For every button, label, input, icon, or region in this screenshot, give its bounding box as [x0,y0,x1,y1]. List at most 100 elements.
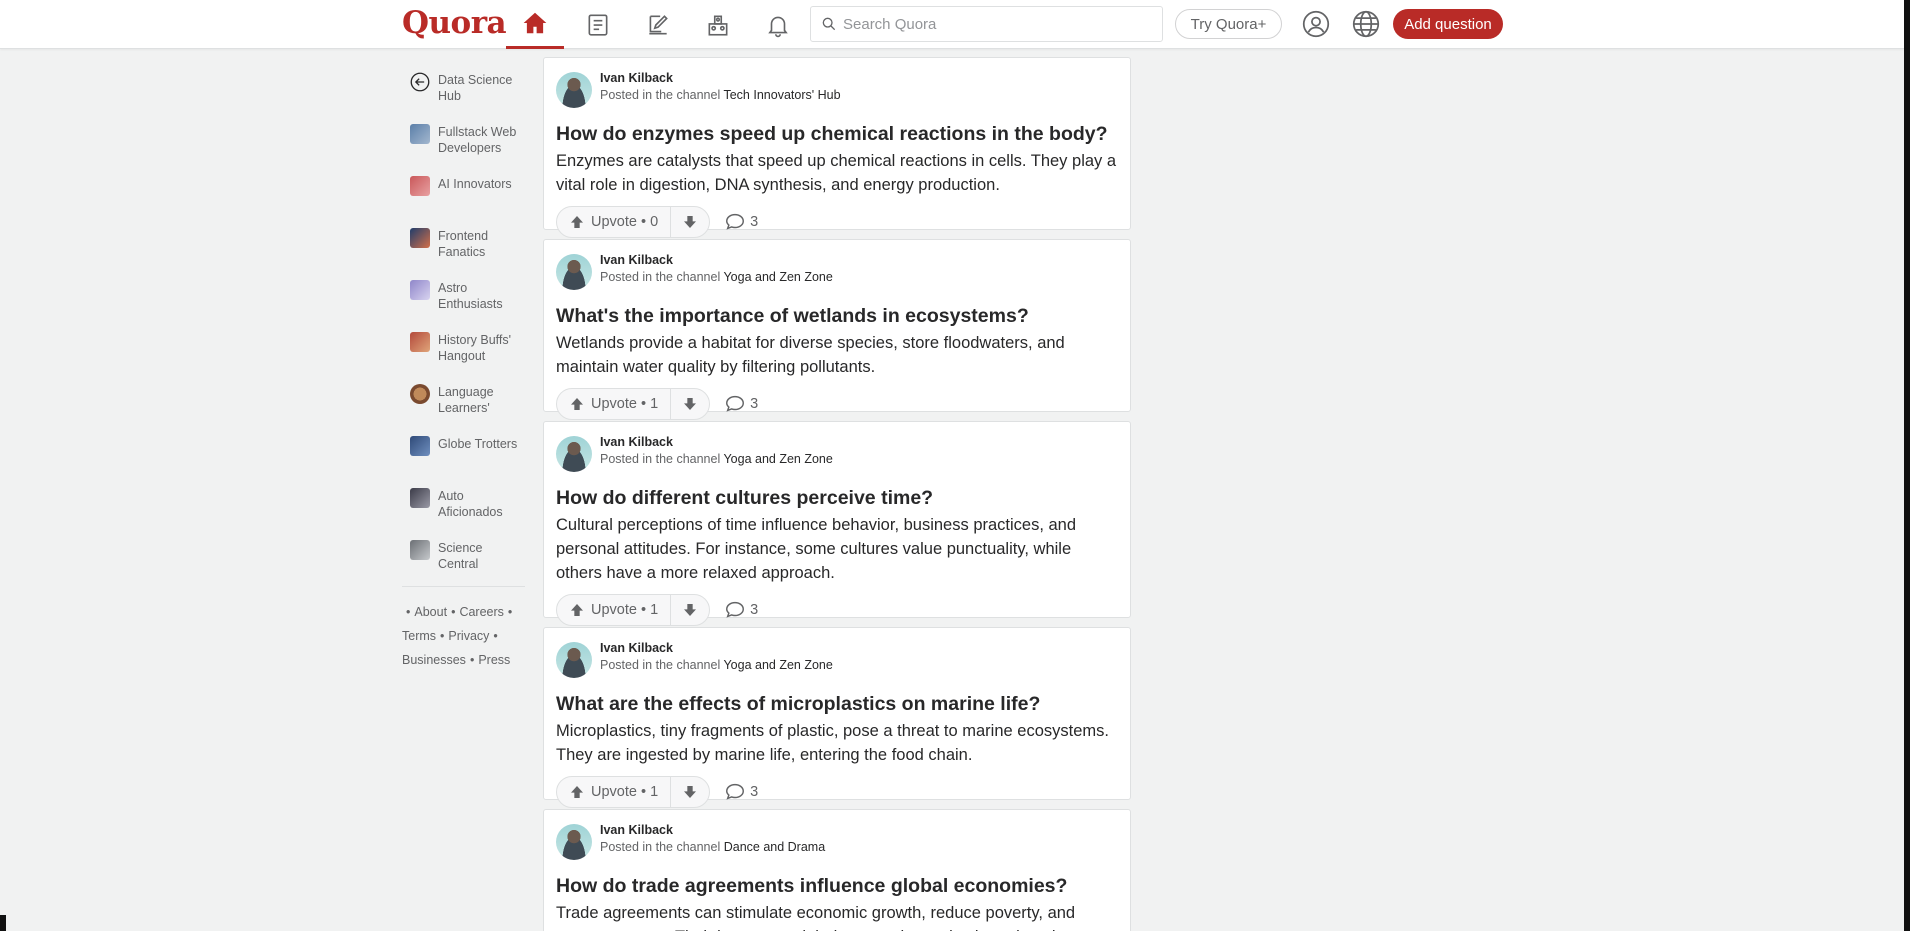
vote-controls: Upvote • 1 [556,776,711,808]
downvote-button[interactable] [671,777,709,807]
sidebar-item-data-science-hub[interactable]: Data Science Hub [402,62,525,114]
footer-terms-link[interactable]: Terms [402,629,436,643]
space-thumbnail [410,228,430,248]
sidebar-item-globe-trotters[interactable]: Globe Trotters [402,426,525,478]
following-icon[interactable] [569,0,627,49]
question-title[interactable]: How do enzymes speed up chemical reactio… [556,121,1118,147]
sidebar-item-astro-enthusiasts[interactable]: Astro Enthusiasts [402,270,525,322]
comments-button[interactable]: 3 [724,393,758,415]
upvote-count: 1 [650,396,659,412]
globe-language-icon[interactable] [1351,9,1381,39]
author-name[interactable]: Ivan Kilback [600,252,833,269]
sidebar-item-language-learners-lounge[interactable]: Language Learners' Lounge [402,374,525,426]
profile-avatar-icon[interactable] [1301,9,1331,39]
space-thumbnail [410,332,430,352]
vote-controls: Upvote • 1 [556,594,711,626]
space-thumbnail [410,488,430,508]
search-icon [822,17,836,31]
answer-body[interactable]: Enzymes are catalysts that speed up chem… [556,149,1118,197]
upvote-button[interactable]: Upvote • 1 [557,777,672,807]
space-thumbnail [410,436,430,456]
upvote-button[interactable]: Upvote • 0 [557,207,672,237]
window-corner [0,915,6,931]
footer-businesses-link[interactable]: Businesses [402,653,466,667]
upvote-count: 0 [650,214,659,230]
answer-body[interactable]: Trade agreements can stimulate economic … [556,901,1118,931]
space-thumbnail [410,176,430,196]
question-feed: Ivan Kilback Posted in the channel Tech … [543,57,1131,931]
author-avatar[interactable] [556,824,592,860]
comments-button[interactable]: 3 [724,781,758,803]
comment-bubble-icon [726,395,745,412]
feed-card: Ivan Kilback Posted in the channel Yoga … [543,421,1131,626]
author-name[interactable]: Ivan Kilback [600,822,825,839]
author-name[interactable]: Ivan Kilback [600,434,833,451]
author-name[interactable]: Ivan Kilback [600,640,833,657]
channel-link[interactable]: Yoga and Zen Zone [723,452,832,466]
sidebar-item-history-buffs-hangout[interactable]: History Buffs' Hangout [402,322,525,374]
sidebar-item-ai-innovators[interactable]: AI Innovators [402,166,525,218]
space-thumbnail [410,124,430,144]
answer-body[interactable]: Wetlands provide a habitat for diverse s… [556,331,1118,379]
spaces-icon[interactable] [689,0,747,49]
upvote-count: 1 [650,602,659,618]
sidebar-item-fullstack-web-developers[interactable]: Fullstack Web Developers [402,114,525,166]
question-title[interactable]: How do trade agreements influence global… [556,873,1118,899]
space-thumbnail [410,540,430,560]
answer-body[interactable]: Cultural perceptions of time influence b… [556,513,1118,585]
downvote-arrow-icon [684,398,697,410]
sidebar-item-label: Auto Aficionados [438,489,503,519]
add-question-button[interactable]: Add question [1393,9,1503,39]
search-bar[interactable] [810,6,1163,42]
comments-button[interactable]: 3 [724,599,758,621]
comments-button[interactable]: 3 [724,211,758,233]
downvote-button[interactable] [671,389,709,419]
downvote-button[interactable] [671,595,709,625]
question-title[interactable]: How do different cultures perceive time? [556,485,1118,511]
answer-icon[interactable] [629,0,687,49]
home-icon[interactable] [506,0,564,49]
sidebar-item-label: Science Central [438,541,483,571]
posted-in-text: Posted in the channel [600,658,721,672]
post-author: Ivan Kilback Posted in the channel Tech … [556,70,1118,118]
downvote-arrow-icon [684,604,697,616]
sidebar-item-label: Fullstack Web Developers [438,125,517,155]
footer-links: • About • Careers • Terms • Privacy • Businesse… [402,605,513,667]
downvote-button[interactable] [671,207,709,237]
footer-about-link[interactable]: About [414,605,447,619]
footer-privacy-link[interactable]: Privacy [448,629,489,643]
comment-bubble-icon [726,783,745,800]
author-avatar[interactable] [556,254,592,290]
post-author: Ivan Kilback Posted in the channel Yoga … [556,252,1118,300]
upvote-label: Upvote [591,602,637,618]
channel-link[interactable]: Tech Innovators' Hub [723,88,840,102]
channel-link[interactable]: Yoga and Zen Zone [723,658,832,672]
notifications-icon[interactable] [749,0,807,49]
author-avatar[interactable] [556,72,592,108]
upvote-button[interactable]: Upvote • 1 [557,595,672,625]
post-author: Ivan Kilback Posted in the channel Yoga … [556,640,1118,688]
sidebar-item-auto-aficionados[interactable]: Auto Aficionados [402,478,525,530]
footer-press-link[interactable]: Press [478,653,510,667]
try-quora-plus-button[interactable]: Try Quora+ [1175,9,1282,39]
sidebar-item-frontend-fanatics[interactable]: Frontend Fanatics [402,218,525,270]
comment-count: 3 [750,784,759,800]
downvote-arrow-icon [684,216,697,228]
author-avatar[interactable] [556,436,592,472]
channel-link[interactable]: Yoga and Zen Zone [723,270,832,284]
question-title[interactable]: What's the importance of wetlands in eco… [556,303,1118,329]
author-avatar[interactable] [556,642,592,678]
answer-body[interactable]: Microplastics, tiny fragments of plastic… [556,719,1118,767]
question-title[interactable]: What are the effects of microplastics on… [556,691,1118,717]
sidebar-item-science-central[interactable]: Science Central [402,530,525,582]
sidebar-divider [402,586,525,587]
quora-logo[interactable]: Quora [402,5,507,41]
author-name[interactable]: Ivan Kilback [600,70,841,87]
channel-link[interactable]: Dance and Drama [724,840,825,854]
posted-in-text: Posted in the channel [600,88,721,102]
comment-count: 3 [750,396,759,412]
upvote-button[interactable]: Upvote • 1 [557,389,672,419]
footer-careers-link[interactable]: Careers [459,605,503,619]
search-input[interactable] [843,15,1143,33]
upvote-label: Upvote [591,784,637,800]
